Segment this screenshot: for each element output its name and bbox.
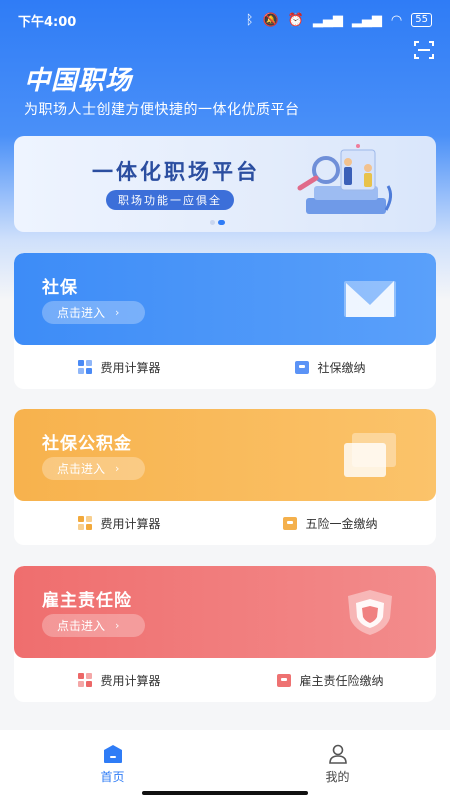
user-icon — [328, 744, 347, 764]
pagination-dot-active[interactable] — [218, 220, 225, 225]
calculator-grid-icon — [78, 673, 93, 687]
shield-icon — [348, 590, 392, 635]
battery-indicator: 55 — [411, 13, 432, 27]
bottom-tab-bar: 首页 我的 — [0, 730, 450, 800]
alarm-icon: ⏰ — [287, 12, 304, 28]
action-label: 费用计算器 — [100, 673, 161, 688]
home-indicator — [142, 791, 308, 795]
enter-label: 点击进入 — [57, 306, 106, 320]
card-housing-fund: 社保公积金 点击进入 › 费用计算器 五险一金缴纳 — [14, 409, 436, 545]
card-actions: 费用计算器 五险一金缴纳 — [14, 501, 436, 545]
payment-action[interactable]: 雇主责任险缴纳 — [225, 672, 436, 689]
status-time: 下午4:00 — [18, 14, 77, 30]
card-decoration-icon — [344, 433, 396, 477]
calculator-grid-icon — [78, 516, 93, 530]
payment-action[interactable]: 社保缴纳 — [225, 359, 436, 376]
bluetooth-icon: ᛒ — [245, 12, 254, 28]
promo-banner[interactable]: 一体化职场平台 职场功能一应俱全 — [14, 136, 436, 232]
card-title: 社保 — [42, 278, 78, 298]
card-social-insurance: 社保 点击进入 › 费用计算器 社保缴纳 — [14, 253, 436, 389]
calculator-action[interactable]: 费用计算器 — [14, 515, 225, 532]
banner-pagination — [210, 220, 225, 225]
brand-logo: 中国职场 — [24, 66, 133, 96]
action-label: 社保缴纳 — [317, 360, 366, 375]
wifi-icon: ◠ — [390, 12, 403, 28]
payment-box-icon — [283, 516, 298, 530]
card-header[interactable]: 雇主责任险 点击进入 › — [14, 566, 436, 658]
mute-icon: 🔕 — [262, 12, 279, 28]
enter-button[interactable]: 点击进入 › — [42, 614, 145, 637]
signal-icon: ▂▄▆ — [312, 12, 343, 28]
card-title: 雇主责任险 — [42, 591, 132, 611]
card-title: 社保公积金 — [42, 434, 132, 454]
enter-button[interactable]: 点击进入 › — [42, 457, 145, 480]
card-actions: 费用计算器 社保缴纳 — [14, 345, 436, 389]
card-header[interactable]: 社保 点击进入 › — [14, 253, 436, 345]
tab-label: 首页 — [100, 770, 125, 784]
payment-box-icon — [277, 673, 292, 687]
slogan-text: 为职场人士创建方便快捷的一体化优质平台 — [24, 102, 300, 118]
chevron-right-icon: › — [115, 306, 120, 319]
tab-home[interactable]: 首页 — [0, 730, 225, 800]
chevron-right-icon: › — [115, 619, 120, 632]
action-label: 费用计算器 — [100, 360, 161, 375]
pagination-dot[interactable] — [210, 220, 215, 225]
chevron-right-icon: › — [115, 462, 120, 475]
payment-action[interactable]: 五险一金缴纳 — [225, 515, 436, 532]
card-actions: 费用计算器 雇主责任险缴纳 — [14, 658, 436, 702]
scan-icon[interactable] — [412, 38, 436, 62]
calculator-action[interactable]: 费用计算器 — [14, 672, 225, 689]
status-icons: ᛒ 🔕 ⏰ ▂▄▆ ▂▄▆ ◠ 55 — [246, 13, 432, 27]
status-bar: 下午4:00 ᛒ 🔕 ⏰ ▂▄▆ ▂▄▆ ◠ 55 — [0, 0, 450, 40]
action-label: 费用计算器 — [100, 516, 161, 531]
payment-box-icon — [295, 360, 310, 374]
banner-pill: 职场功能一应俱全 — [106, 190, 234, 210]
action-label: 雇主责任险缴纳 — [299, 673, 384, 688]
calculator-grid-icon — [78, 360, 93, 374]
calculator-action[interactable]: 费用计算器 — [14, 359, 225, 376]
home-icon — [103, 745, 122, 763]
tab-label: 我的 — [325, 770, 350, 784]
enter-label: 点击进入 — [57, 462, 106, 476]
signal-icon: ▂▄▆ — [351, 12, 382, 28]
action-label: 五险一金缴纳 — [305, 516, 378, 531]
banner-title: 一体化职场平台 — [92, 160, 260, 184]
banner-illustration — [297, 144, 393, 214]
enter-label: 点击进入 — [57, 619, 106, 633]
card-header[interactable]: 社保公积金 点击进入 › — [14, 409, 436, 501]
tab-mine[interactable]: 我的 — [225, 730, 450, 800]
enter-button[interactable]: 点击进入 › — [42, 301, 145, 324]
card-employer-liability: 雇主责任险 点击进入 › 费用计算器 雇主责任险缴纳 — [14, 566, 436, 702]
card-decoration-icon — [344, 281, 396, 317]
